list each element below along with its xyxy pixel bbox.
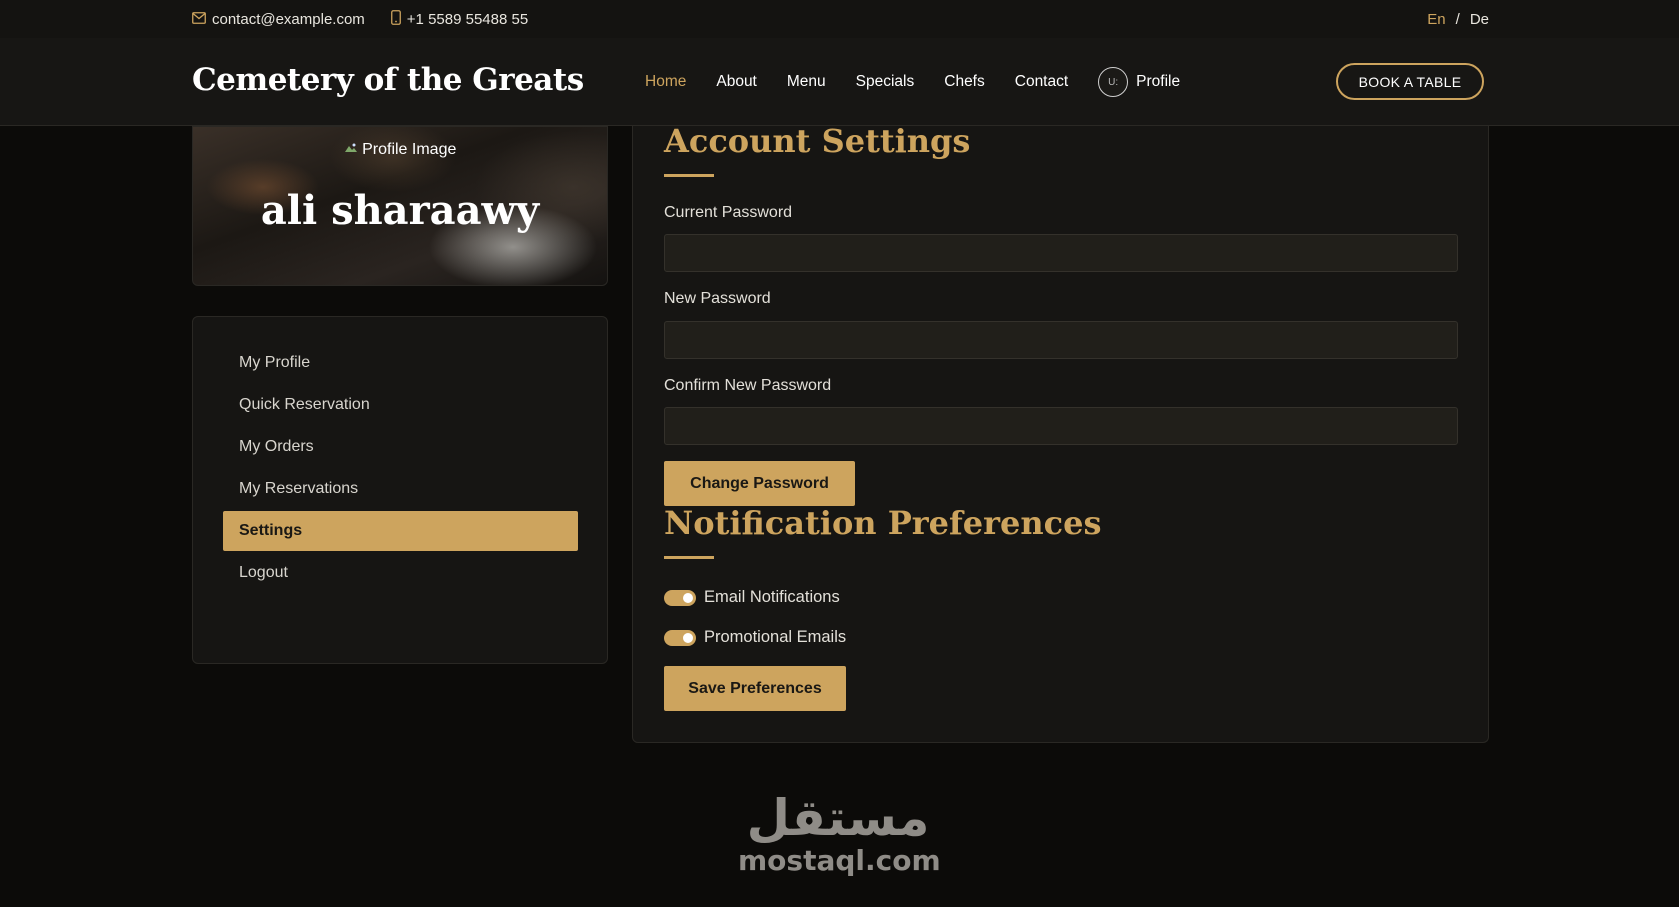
- main-nav: Home About Menu Specials Chefs Contact U…: [645, 38, 1180, 126]
- lang-de-link[interactable]: De: [1470, 11, 1489, 28]
- sidebar-item-my-orders[interactable]: My Orders: [223, 427, 578, 467]
- lang-separator: /: [1455, 10, 1460, 28]
- lang-en-link[interactable]: En: [1427, 11, 1445, 28]
- nav-contact[interactable]: Contact: [1015, 73, 1068, 91]
- phone-contact[interactable]: +1 5589 55488 55: [390, 9, 529, 29]
- account-settings-title: Account Settings: [664, 122, 971, 160]
- profile-image-alt-text: Profile Image: [362, 141, 457, 158]
- watermark-arabic: مستقل: [746, 789, 930, 847]
- nav-about[interactable]: About: [716, 73, 757, 91]
- phone-text: +1 5589 55488 55: [406, 10, 529, 28]
- phone-icon: [390, 9, 401, 29]
- promotional-emails-toggle[interactable]: [664, 629, 696, 646]
- nav-home[interactable]: Home: [645, 73, 686, 91]
- notification-preferences-title: Notification Preferences: [664, 504, 1102, 542]
- new-password-input[interactable]: [664, 321, 1458, 359]
- promotional-emails-row: Promotional Emails: [664, 628, 846, 647]
- confirm-password-input[interactable]: [664, 407, 1458, 445]
- nav-profile-label: Profile: [1136, 73, 1181, 90]
- email-notifications-toggle[interactable]: [664, 589, 696, 606]
- new-password-label: New Password: [664, 290, 771, 307]
- nav-menu[interactable]: Menu: [787, 73, 826, 91]
- email-notifications-row: Email Notifications: [664, 588, 840, 607]
- current-password-input[interactable]: [664, 234, 1458, 272]
- site-brand[interactable]: Cemetery of the Greats: [192, 62, 584, 98]
- contact-info: contact@example.com +1 5589 55488 55: [192, 0, 528, 38]
- confirm-password-label: Confirm New Password: [664, 377, 832, 394]
- profile-image: Profile Image: [193, 141, 607, 159]
- mostaql-watermark: مستقل mostaql.com: [738, 789, 941, 877]
- account-sidebar: My Profile Quick Reservation My Orders M…: [192, 316, 608, 664]
- sidebar-item-logout[interactable]: Logout: [223, 553, 578, 593]
- email-contact[interactable]: contact@example.com: [192, 11, 365, 28]
- save-preferences-button[interactable]: Save Preferences: [664, 666, 846, 711]
- sidebar-item-my-profile[interactable]: My Profile: [223, 343, 578, 383]
- profile-name: ali sharaawy: [260, 187, 540, 234]
- email-notifications-label: Email Notifications: [704, 588, 840, 606]
- settings-panel: Account Settings Current Password New Pa…: [632, 122, 1489, 743]
- title-underline: [664, 174, 714, 177]
- profile-card: Profile Image ali sharaawy: [192, 126, 608, 286]
- envelope-icon: [192, 11, 206, 28]
- book-table-button[interactable]: BOOK A TABLE: [1336, 63, 1484, 100]
- sidebar-item-settings[interactable]: Settings: [223, 511, 578, 551]
- current-password-label: Current Password: [664, 204, 793, 221]
- sidebar-item-quick-reservation[interactable]: Quick Reservation: [223, 385, 578, 425]
- main-header: Cemetery of the Greats Home About Menu S…: [0, 38, 1679, 126]
- title-underline: [664, 556, 714, 559]
- watermark-latin: mostaql.com: [738, 844, 941, 877]
- nav-profile[interactable]: U: Profile: [1098, 67, 1180, 97]
- nav-chefs[interactable]: Chefs: [944, 73, 985, 91]
- broken-image-icon: [344, 141, 362, 158]
- nav-specials[interactable]: Specials: [856, 73, 915, 91]
- avatar: U:: [1098, 67, 1129, 97]
- top-bar: contact@example.com +1 5589 55488 55 En …: [0, 0, 1679, 38]
- email-text: contact@example.com: [212, 10, 365, 28]
- change-password-button[interactable]: Change Password: [664, 461, 855, 506]
- promotional-emails-label: Promotional Emails: [704, 628, 847, 646]
- language-switcher: En / De: [1427, 0, 1489, 38]
- sidebar-item-my-reservations[interactable]: My Reservations: [223, 469, 578, 509]
